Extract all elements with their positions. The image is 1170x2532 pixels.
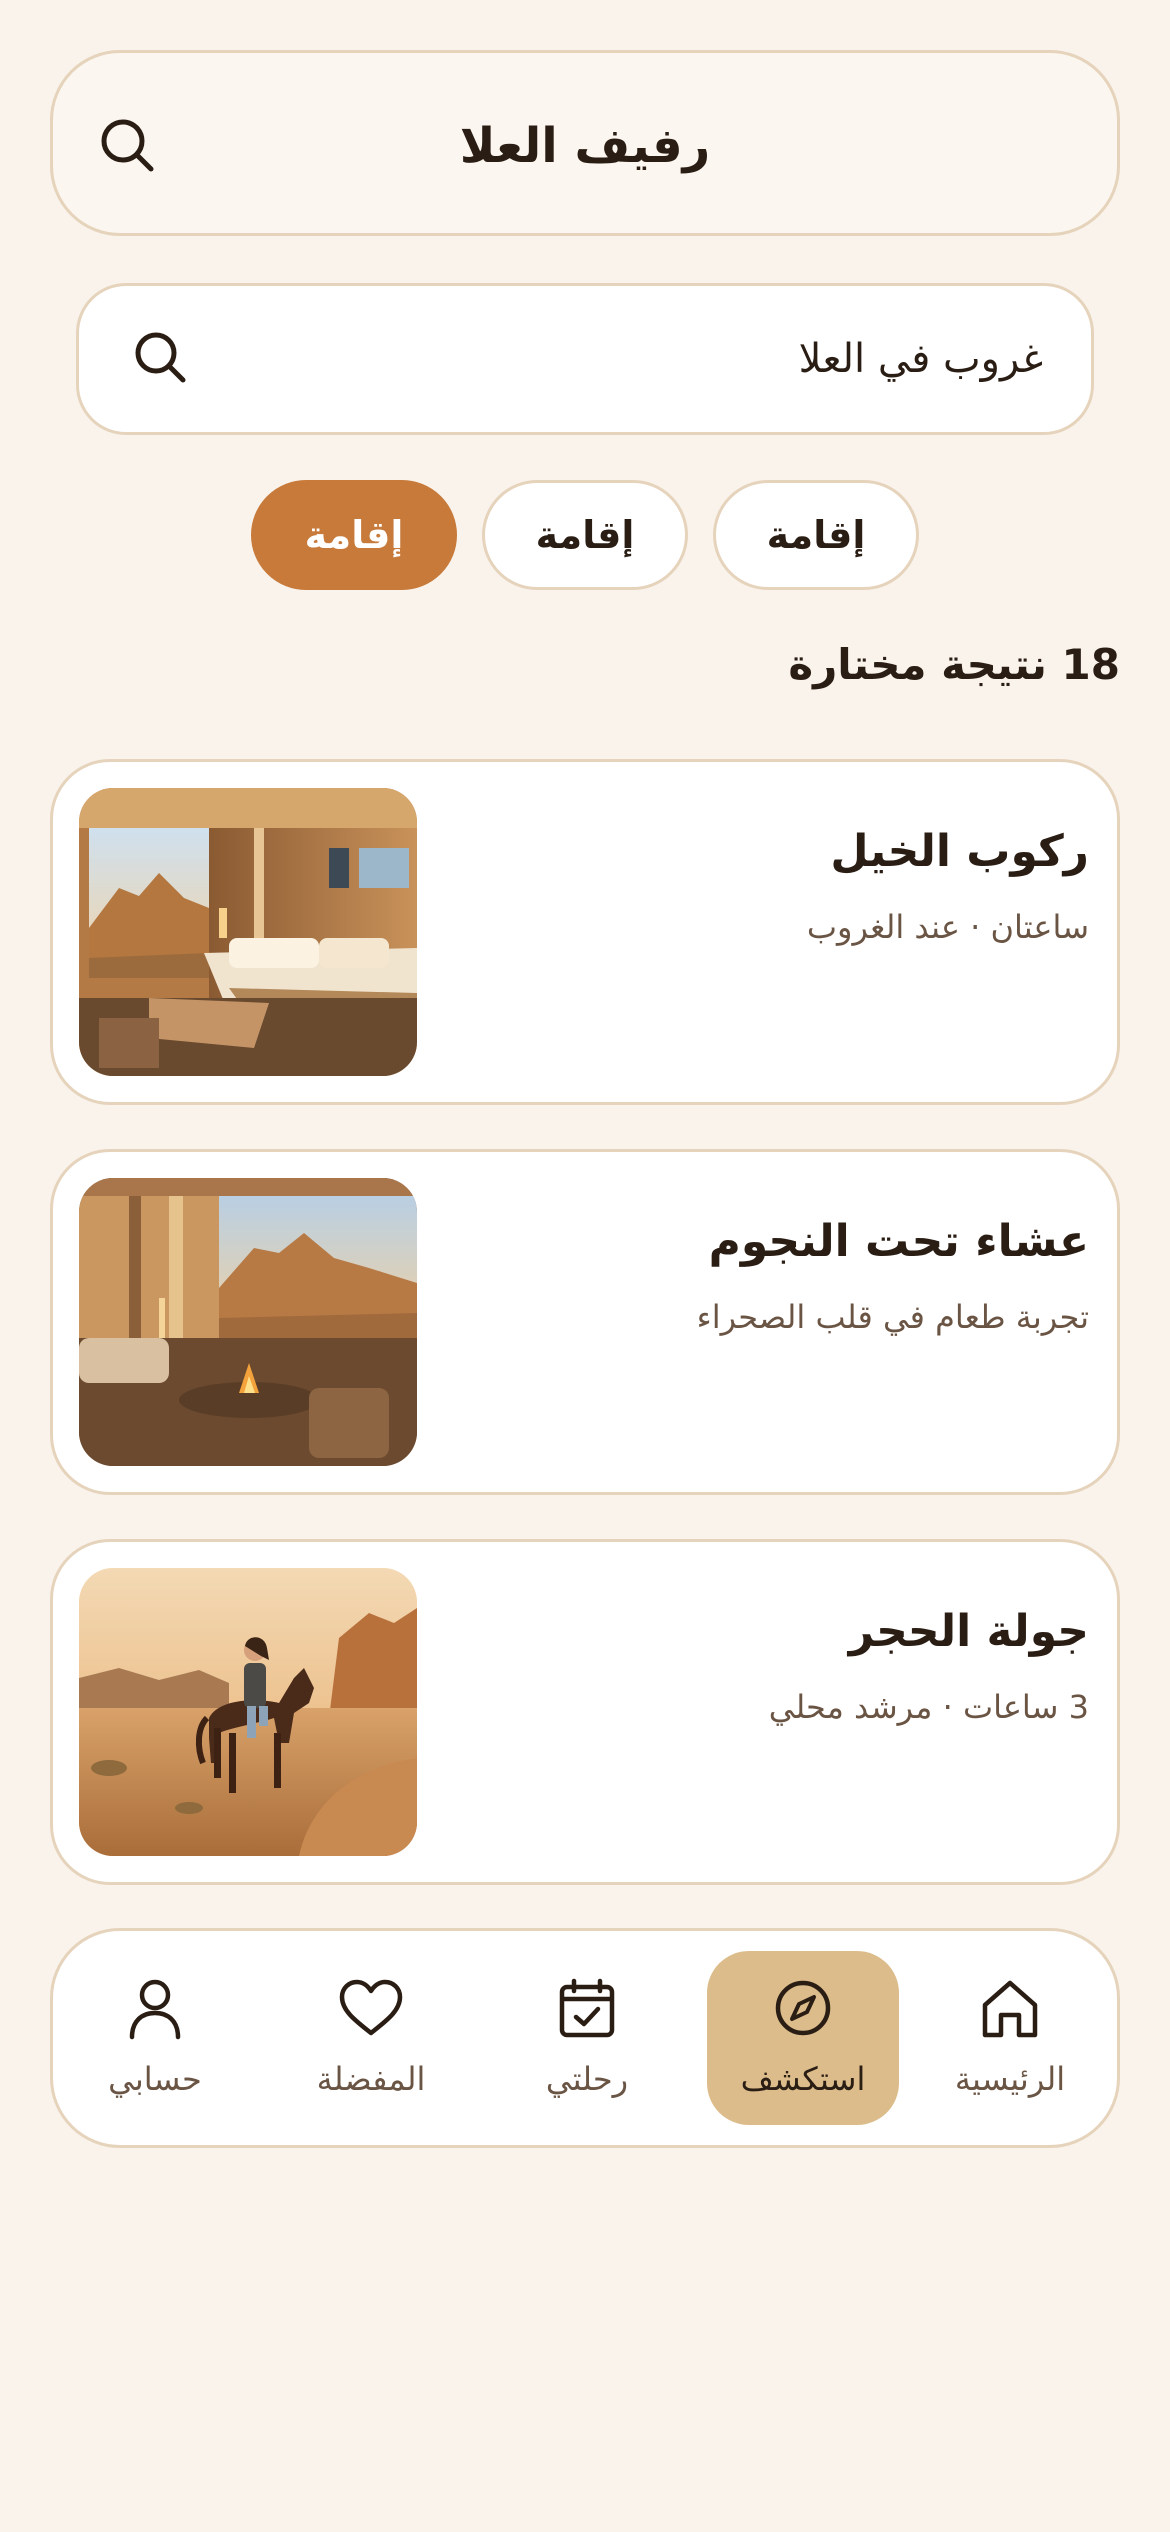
card-image	[79, 1568, 417, 1856]
nav-label: حسابي	[108, 2060, 202, 2098]
card-subtitle: 3 ساعات · مرشد محلي	[768, 1688, 1089, 1726]
user-icon	[129, 1979, 181, 2040]
desert-lounge-image	[79, 1178, 417, 1466]
home-icon	[982, 1980, 1038, 2038]
explore-screen: رفيف العلا إقامة إقامة إقامة 18 نتيجة مخ…	[0, 0, 1170, 2532]
nav-item-favorites[interactable]: المفضلة	[275, 1951, 467, 2125]
nav-item-home[interactable]: الرئيسية	[914, 1951, 1106, 2125]
nav-item-my-trip[interactable]: رحلتي	[491, 1951, 683, 2125]
filter-chip-active[interactable]: إقامة	[251, 480, 457, 590]
card-title: عشاء تحت النجوم	[708, 1216, 1089, 1267]
horse-rider-image	[79, 1568, 417, 1856]
card-image	[79, 788, 417, 1076]
app-header: رفيف العلا	[50, 50, 1120, 236]
experience-card[interactable]: عشاء تحت النجوم تجربة طعام في قلب الصحرا…	[50, 1149, 1120, 1495]
heart-icon	[339, 1979, 403, 2036]
nav-label: المفضلة	[316, 2060, 426, 2098]
nav-label: استكشف	[740, 2060, 866, 2098]
search-bar	[76, 283, 1094, 435]
search-icon[interactable]	[93, 111, 163, 181]
card-subtitle: تجربة طعام في قلب الصحراء	[696, 1298, 1089, 1336]
card-subtitle: ساعتان · عند الغروب	[806, 908, 1089, 946]
nav-item-account[interactable]: حسابي	[59, 1951, 251, 2125]
filter-chip[interactable]: إقامة	[482, 480, 688, 590]
search-input[interactable]	[263, 286, 1043, 432]
calendar-check-icon	[559, 1978, 615, 2038]
nav-label: رحلتي	[545, 2060, 629, 2098]
nav-item-explore[interactable]: استكشف	[707, 1951, 899, 2125]
experience-card[interactable]: ركوب الخيل ساعتان · عند الغروب	[50, 759, 1120, 1105]
card-image	[79, 1178, 417, 1466]
filter-chip[interactable]: إقامة	[713, 480, 919, 590]
card-title: ركوب الخيل	[830, 826, 1089, 877]
compass-icon	[775, 1980, 831, 2036]
filter-chips: إقامة إقامة إقامة	[0, 480, 1170, 590]
search-icon[interactable]	[127, 324, 195, 392]
results-count: 18 نتيجة مختارة	[788, 640, 1120, 689]
app-title: رفيف العلا	[459, 118, 711, 174]
nav-label: الرئيسية	[954, 2060, 1066, 2098]
experience-card[interactable]: جولة الحجر 3 ساعات · مرشد محلي	[50, 1539, 1120, 1885]
bottom-nav: الرئيسية استكشف رحلتي المفضلة حسابي	[50, 1928, 1120, 2148]
desert-bedroom-image	[79, 788, 417, 1076]
card-title: جولة الحجر	[848, 1606, 1089, 1657]
